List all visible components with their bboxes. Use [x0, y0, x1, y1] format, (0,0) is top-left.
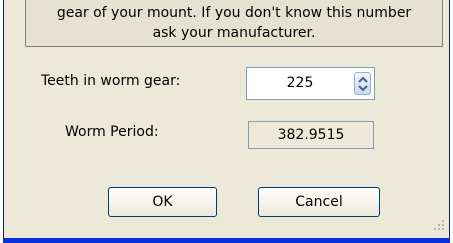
up-down-arrows-icon [358, 76, 368, 92]
resize-grip-icon[interactable] [433, 219, 445, 231]
info-line-1: gear of your mount. If you don't know th… [56, 5, 412, 21]
info-box: gear of your mount. If you don't know th… [25, 0, 443, 47]
ok-button[interactable]: OK [108, 187, 217, 217]
teeth-label: Teeth in worm gear: [41, 73, 181, 89]
window-bottom-border [3, 238, 450, 243]
spinner-button[interactable] [354, 72, 371, 95]
info-line-2: ask your manufacturer. [152, 25, 316, 41]
teeth-value[interactable]: 225 [247, 75, 353, 91]
cancel-button[interactable]: Cancel [258, 187, 380, 217]
teeth-stepper[interactable]: 225 [246, 67, 375, 100]
dialog-window: gear of your mount. If you don't know th… [3, 0, 450, 238]
worm-period-field: 382.9515 [248, 121, 374, 149]
worm-period-label: Worm Period: [65, 124, 159, 140]
